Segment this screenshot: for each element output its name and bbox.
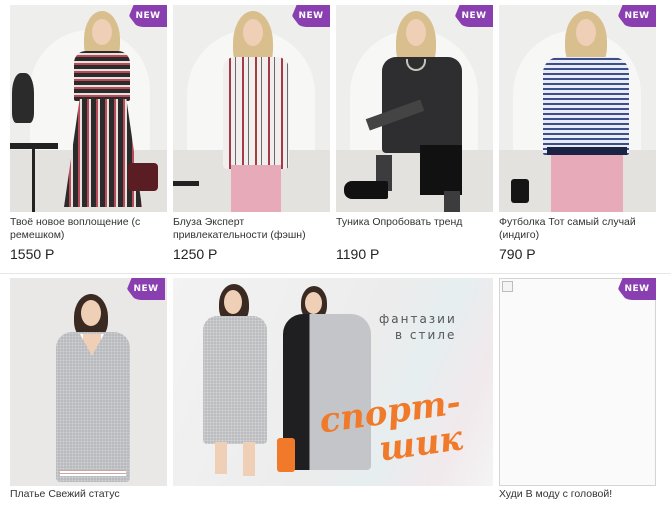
grey-dress	[56, 332, 130, 482]
pink-trousers	[231, 165, 281, 212]
product-card-3[interactable]: NEW Туника Опробовать тренд 1190 Р	[336, 5, 493, 267]
pink-trousers	[551, 155, 623, 212]
promo-tagline-2: в стиле	[395, 328, 457, 342]
handbag	[128, 163, 158, 191]
product-image-2[interactable]	[173, 5, 330, 212]
product-title[interactable]: Блуза Эксперт привлекательности (фэшн)	[173, 216, 323, 242]
product-price: 1550 Р	[10, 246, 55, 262]
product-card-6[interactable]: NEW Худи В моду с головой!	[499, 278, 656, 504]
bust-sculpture	[12, 73, 34, 123]
product-price: 1250 Р	[173, 246, 218, 262]
product-image-6[interactable]	[499, 278, 656, 486]
product-card-4[interactable]: NEW Футболка Тот самый случай (индиго) 7…	[499, 5, 656, 267]
product-price: 1190 Р	[336, 246, 380, 262]
product-card-2[interactable]: NEW Блуза Эксперт привлекательности (фэш…	[173, 5, 330, 267]
product-image-1[interactable]	[10, 5, 167, 212]
product-title[interactable]: Туника Опробовать тренд	[336, 216, 486, 229]
grey-dress	[203, 316, 267, 444]
product-card-5[interactable]: NEW Платье Свежий статус	[10, 278, 167, 504]
product-price: 790 Р	[499, 246, 536, 262]
product-title[interactable]: Платье Свежий статус	[10, 488, 160, 501]
hoodie-dress	[283, 314, 371, 470]
orange-bag	[277, 438, 295, 472]
hem-stripe	[60, 470, 126, 476]
product-image-5[interactable]	[10, 278, 167, 486]
product-card-1[interactable]: NEW Твоё новое воплощение (с ремешком) 1…	[10, 5, 167, 267]
broken-image-icon	[502, 281, 513, 292]
product-title[interactable]: Твоё новое воплощение (с ремешком)	[10, 216, 160, 242]
striped-tshirt	[543, 57, 629, 155]
row-divider	[0, 273, 671, 274]
promo-banner[interactable]: фантазии в стиле спорт- шик	[173, 278, 493, 486]
product-image-3[interactable]	[336, 5, 493, 212]
product-title[interactable]: Футболка Тот самый случай (индиго)	[499, 216, 649, 242]
side-table	[173, 181, 199, 186]
handbag	[511, 179, 529, 203]
combat-boot	[344, 181, 388, 199]
promo-image[interactable]: фантазии в стиле спорт- шик	[173, 278, 493, 486]
product-image-4[interactable]	[499, 5, 656, 212]
striped-dress	[74, 51, 130, 101]
product-title[interactable]: Худи В моду с головой!	[499, 488, 649, 501]
promo-tagline: фантазии	[379, 312, 457, 326]
striped-blouse	[223, 57, 289, 169]
